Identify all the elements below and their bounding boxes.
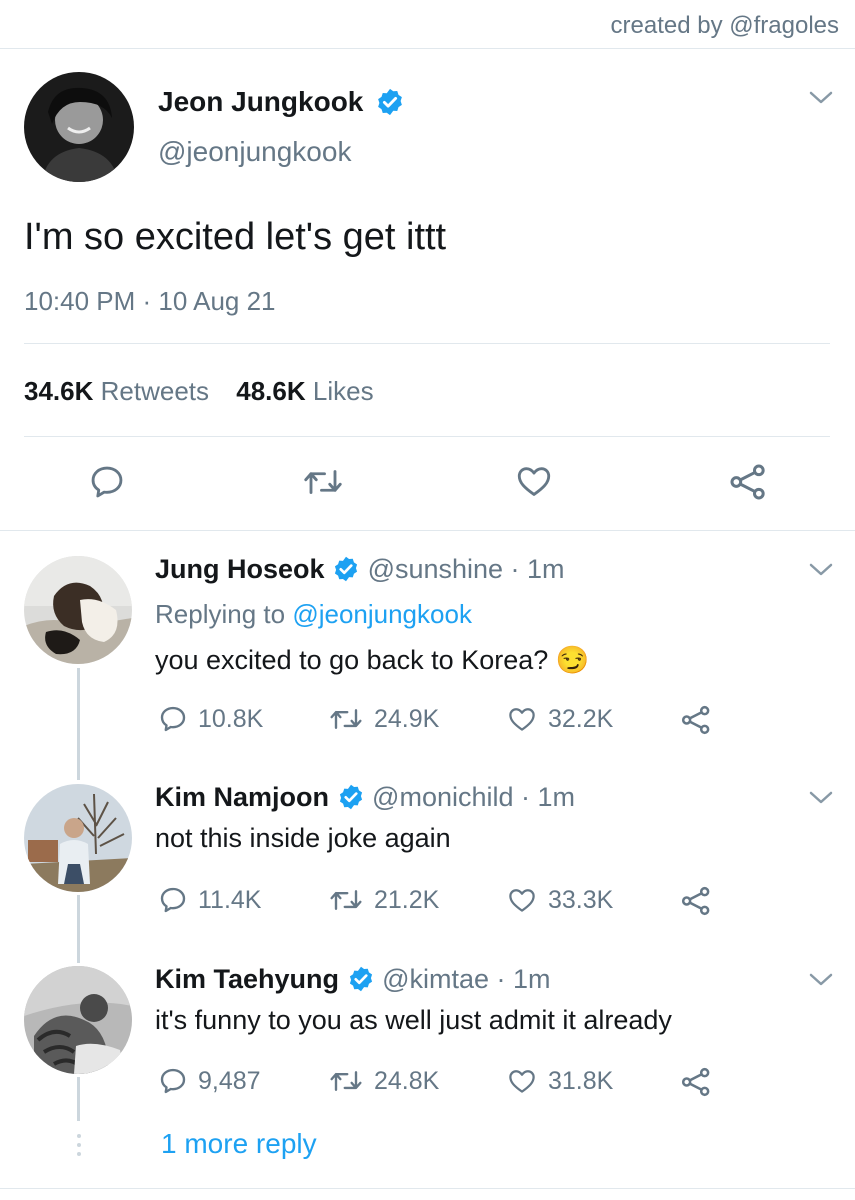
share-icon[interactable] [680,1066,712,1098]
retweet-button[interactable]: 21.2K [328,885,439,915]
retweets-count: 34.6K [24,376,94,406]
reply-author-name[interactable]: Kim Namjoon [155,782,329,812]
like-icon[interactable] [514,462,554,500]
reply-header: Jung Hoseok @sunshine · 1m [155,554,565,585]
stats-divider-bottom [24,436,830,437]
likes-count: 48.6K [236,376,306,406]
like-icon [509,708,535,731]
reply-text: you excited to go back to Korea? 😏 [155,645,590,675]
retweets-stat[interactable]: 34.6K Retweets [24,376,209,406]
reply-icon [160,887,186,913]
like-count: 31.8K [548,1066,614,1095]
replies-divider [0,530,855,531]
more-replies-link[interactable]: 1 more reply [161,1128,317,1160]
reply-header: Kim Taehyung @kimtae · 1m [155,964,551,995]
author-avatar[interactable] [24,72,134,182]
retweet-button[interactable]: 24.9K [328,704,439,734]
share-icon[interactable] [680,885,712,917]
stats-divider-top [24,343,830,344]
reply-button[interactable]: 9,487 [158,1066,261,1096]
retweet-count: 24.8K [374,1066,440,1095]
tweet-text: I'm so excited let's get ittt [24,216,447,258]
likes-label: Likes [312,376,374,406]
share-icon[interactable] [728,462,768,502]
share-icon[interactable] [680,704,712,736]
thread-connector-1 [77,668,80,780]
reply-author-handle[interactable]: @kimtae · 1m [382,964,550,994]
chevron-down-icon[interactable] [808,562,834,578]
top-divider [0,48,855,49]
reply-button[interactable]: 10.8K [158,704,263,734]
retweet-icon [330,1071,362,1091]
like-icon [509,1070,535,1093]
retweet-icon[interactable] [302,463,344,501]
author-handle[interactable]: @jeonjungkook [158,136,351,168]
reply-count: 9,487 [198,1066,261,1095]
reply-icon [160,706,186,732]
thread-dot [77,1152,81,1156]
reply-button[interactable]: 11.4K [158,885,261,915]
reply-avatar[interactable] [24,784,132,892]
like-button[interactable]: 32.2K [506,704,613,734]
reply-author-handle[interactable]: @monichild · 1m [372,782,575,812]
thread-dot [77,1134,81,1138]
reply-icon [160,1068,186,1094]
reply-count: 11.4K [198,885,262,914]
bottom-divider [0,1188,855,1189]
author-name-text: Jeon Jungkook [158,86,364,117]
chevron-down-icon[interactable] [808,90,834,106]
reply-count: 10.8K [198,704,264,733]
like-count: 32.2K [548,704,614,733]
like-button[interactable]: 31.8K [506,1066,613,1096]
retweet-count: 24.9K [374,704,440,733]
verified-badge-icon [378,88,403,115]
verified-badge-icon [334,556,358,582]
reply-icon[interactable] [88,463,126,501]
like-count: 33.3K [548,885,614,914]
replying-prefix: Replying to [155,599,286,629]
retweets-label: Retweets [100,376,210,406]
reply-author-name[interactable]: Kim Taehyung [155,964,339,994]
like-icon [509,889,535,912]
tweet-stats: 34.6K Retweets 48.6K Likes [24,376,374,407]
likes-stat[interactable]: 48.6K Likes [236,376,373,406]
reply-author-handle[interactable]: @sunshine · 1m [368,554,565,584]
verified-badge-icon [349,966,372,992]
credit-text: created by @fragoles [610,12,839,39]
author-name: Jeon Jungkook [158,86,405,118]
replying-to: Replying to @jeonjungkook [155,599,472,630]
reply-text: not this inside joke again [155,823,451,853]
chevron-down-icon[interactable] [808,972,834,988]
reply-avatar[interactable] [24,556,132,664]
verified-badge-icon [339,784,362,810]
chevron-down-icon[interactable] [808,790,834,806]
reply-avatar[interactable] [24,966,132,1074]
retweet-icon [330,890,362,910]
tweet-timestamp[interactable]: 10:40 PM · 10 Aug 21 [24,286,276,317]
thread-dot [77,1143,81,1147]
reply-author-name[interactable]: Jung Hoseok [155,554,325,584]
thread-connector-2 [77,895,80,963]
like-button[interactable]: 33.3K [506,885,613,915]
retweet-count: 21.2K [374,885,440,914]
thread-connector-3 [77,1077,80,1121]
retweet-button[interactable]: 24.8K [328,1066,439,1096]
replying-to-link[interactable]: @jeonjungkook [292,599,472,629]
retweet-icon [330,709,362,729]
reply-text: it's funny to you as well just admit it … [155,1005,672,1035]
reply-header: Kim Namjoon @monichild · 1m [155,782,575,813]
